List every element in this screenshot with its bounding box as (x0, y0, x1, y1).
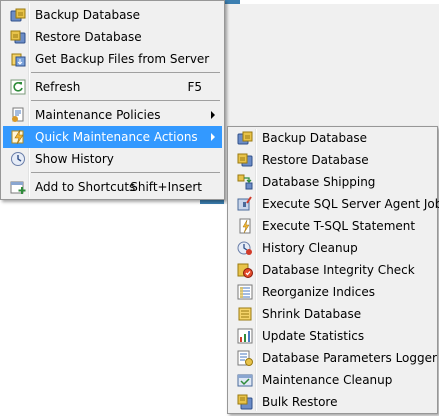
menu-item-restore-database[interactable]: Restore Database (3, 26, 222, 48)
menu-item-label: Refresh (35, 80, 81, 94)
menu-item-label: Shrink Database (262, 307, 362, 321)
menu-item-show-history[interactable]: Show History (3, 148, 222, 170)
refresh-icon (10, 79, 26, 95)
context-menu: Backup Database Restore Database Get Bac… (0, 0, 225, 200)
menu-item-label: Restore Database (35, 30, 142, 44)
menu-item-shortcut: F5 (187, 80, 202, 94)
maint-cleanup-icon (237, 374, 253, 387)
menu-separator (31, 72, 220, 73)
params-logger-icon (237, 350, 253, 366)
menu-item-backup-database[interactable]: Backup Database (3, 4, 222, 26)
menu-item-label: Database Parameters Logger (262, 351, 437, 365)
add-shortcut-icon (10, 181, 26, 194)
submenu-item-maintenance-cleanup[interactable]: Maintenance Cleanup (230, 369, 435, 391)
reorganize-icon (237, 284, 253, 300)
menu-item-label: Quick Maintenance Actions (35, 130, 198, 144)
agent-job-icon (237, 196, 252, 211)
menu-item-label: Get Backup Files from Server (35, 52, 210, 66)
integrity-icon (237, 263, 253, 278)
menu-item-label: Update Statistics (262, 329, 365, 343)
backup-db-icon (237, 131, 253, 145)
menu-item-label: Backup Database (35, 8, 141, 22)
menu-item-label: Restore Database (262, 153, 369, 167)
submenu-item-execute-agent-job[interactable]: Execute SQL Server Agent Job (230, 193, 439, 215)
backup-db-icon (10, 8, 26, 22)
submenu-item-params-logger[interactable]: Database Parameters Logger (230, 347, 437, 369)
menu-item-label: Execute SQL Server Agent Job (262, 197, 439, 211)
history-cleanup-icon (237, 241, 252, 255)
submenu-item-shrink-database[interactable]: Shrink Database (230, 303, 435, 325)
policies-icon (12, 107, 24, 122)
submenu-item-restore-database[interactable]: Restore Database (230, 149, 435, 171)
menu-item-label: History Cleanup (262, 241, 358, 255)
shrink-icon (238, 307, 252, 321)
menu-item-get-backup-files[interactable]: Get Backup Files from Server (3, 48, 222, 70)
menu-item-label: Database Shipping (262, 175, 376, 189)
submenu-item-backup-database[interactable]: Backup Database (230, 127, 435, 149)
menu-item-label: Execute T-SQL Statement (262, 219, 416, 233)
restore-db-icon (237, 153, 253, 167)
menu-item-label: Bulk Restore (262, 395, 338, 409)
submenu-item-bulk-restore[interactable]: Bulk Restore (230, 391, 435, 413)
history-icon (11, 152, 25, 166)
menu-item-add-to-shortcuts[interactable]: Add to Shortcuts Shift+Insert (3, 176, 222, 198)
submenu-item-integrity-check[interactable]: Database Integrity Check (230, 259, 435, 281)
menu-item-label: Add to Shortcuts (35, 180, 136, 194)
submenu-item-history-cleanup[interactable]: History Cleanup (230, 237, 435, 259)
menu-separator (31, 100, 220, 101)
backup-files-icon (11, 53, 26, 67)
menu-item-label: Database Integrity Check (262, 263, 415, 277)
menu-separator (31, 172, 220, 173)
quick-actions-icon (11, 129, 24, 145)
menu-item-label: Show History (35, 152, 114, 166)
menu-item-refresh[interactable]: Refresh F5 (3, 76, 222, 98)
menu-item-label: Maintenance Policies (35, 108, 161, 122)
quick-maintenance-submenu: Backup Database Restore Database Databas… (227, 126, 439, 414)
submenu-item-execute-tsql[interactable]: Execute T-SQL Statement (230, 215, 435, 237)
menu-item-shortcut: Shift+Insert (130, 180, 202, 194)
bulk-restore-icon (237, 394, 253, 410)
submenu-item-reorganize-indices[interactable]: Reorganize Indices (230, 281, 435, 303)
menu-item-label: Backup Database (262, 131, 368, 145)
statistics-icon (237, 328, 253, 344)
submenu-item-database-shipping[interactable]: Database Shipping (230, 171, 435, 193)
submenu-arrow-icon (211, 133, 215, 141)
tsql-icon (239, 218, 251, 234)
shipping-icon (237, 174, 253, 190)
menu-item-label: Reorganize Indices (262, 285, 375, 299)
menu-item-quick-maintenance-actions[interactable]: Quick Maintenance Actions (3, 126, 222, 148)
restore-db-icon (10, 30, 26, 44)
submenu-item-update-statistics[interactable]: Update Statistics (230, 325, 435, 347)
submenu-arrow-icon (211, 111, 215, 119)
menu-item-label: Maintenance Cleanup (262, 373, 393, 387)
menu-item-maintenance-policies[interactable]: Maintenance Policies (3, 104, 222, 126)
